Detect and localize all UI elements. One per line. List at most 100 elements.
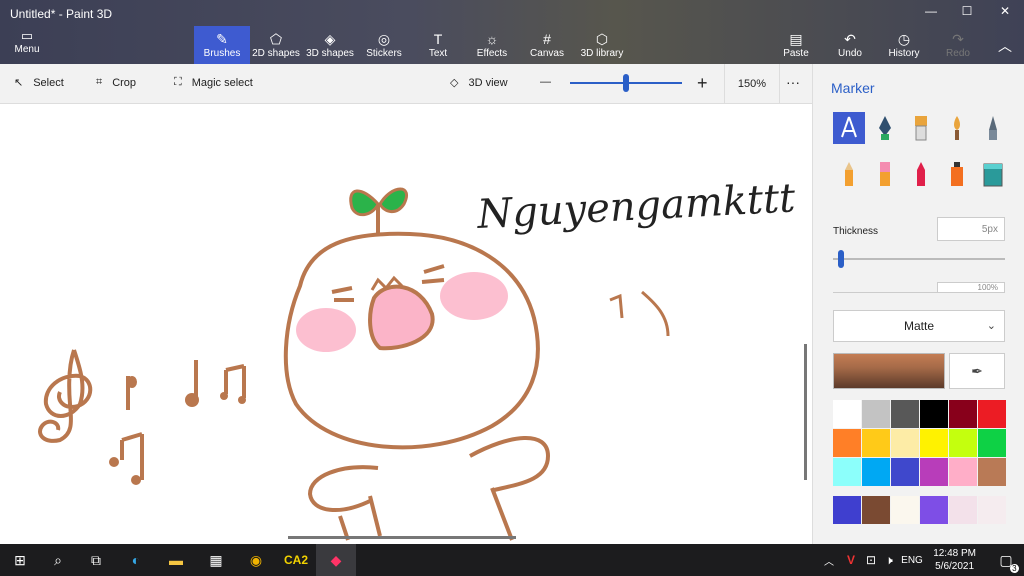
fill-button[interactable] [977,158,1009,190]
thickness-input[interactable]: 5px [937,217,1005,241]
close-button[interactable]: ✕ [986,4,1024,24]
custom-color-swatch[interactable] [949,496,977,524]
palette-swatch[interactable] [949,458,977,486]
file-explorer-icon[interactable]: ▬ [156,544,196,576]
zoom-slider-knob[interactable] [623,74,629,92]
palette-swatch[interactable] [891,429,919,457]
history-icon: ◷ [897,31,911,47]
tab-effects[interactable]: ☼ Effects [464,26,520,64]
horizontal-scrollbar[interactable] [288,536,516,539]
palette-swatch[interactable] [891,458,919,486]
spray-can-button[interactable] [941,158,973,190]
palette-swatch[interactable] [833,458,861,486]
tab-brushes[interactable]: ✎ Brushes [194,26,250,64]
calligraphy-pen-button[interactable] [869,112,901,144]
palette-swatch[interactable] [949,429,977,457]
paste-button[interactable]: ▤ Paste [768,26,824,64]
thickness-slider-knob[interactable] [838,250,845,268]
collapse-ribbon-icon[interactable]: ︿ [986,36,1024,56]
antivirus-tray-icon[interactable]: V [840,544,862,576]
3d-shapes-icon: ◈ [324,31,336,47]
more-options-button[interactable]: ··· [786,74,800,90]
eyedropper-button[interactable]: ✒ [949,353,1005,389]
calligraphy-pen-icon [879,116,891,140]
custom-color-swatch[interactable] [920,496,948,524]
tab-3d-shapes[interactable]: ◈ 3D shapes [302,26,358,64]
tab-3d-library[interactable]: ⬡ 3D library [574,26,630,64]
palette-swatch[interactable] [862,400,890,428]
taskbar-clock[interactable]: 12:48 PM 5/6/2021 [933,547,976,573]
pixel-pen-button[interactable] [977,112,1009,144]
zoom-in-button[interactable]: + [697,73,708,94]
windows-start-icon[interactable]: ⊞ [0,544,40,576]
window-title: Untitled* - Paint 3D [10,7,113,21]
paint-3d-taskbar-icon[interactable]: ◆ [316,544,356,576]
store-icon[interactable]: ▦ [196,544,236,576]
menu-button[interactable]: ▭ Menu [6,28,48,55]
crayon-button[interactable] [905,158,937,190]
clock-time: 12:48 PM [933,548,976,559]
palette-swatch[interactable] [920,429,948,457]
palette-swatch[interactable] [978,429,1006,457]
history-button[interactable]: ◷ History [876,26,932,64]
zoom-out-button[interactable]: — [540,76,551,88]
crop-button[interactable]: ⌗ Crop [96,76,136,89]
task-view-icon[interactable]: ⧉ [76,544,116,576]
volume-icon[interactable]: 🕨 [878,544,900,576]
notifications-icon[interactable]: ▢ 3 [986,544,1024,576]
edge-icon[interactable]: ◐ [116,544,156,576]
current-color-swatch[interactable] [833,353,945,389]
eraser-icon [880,162,890,186]
zoom-level[interactable]: 150% [724,64,780,104]
tab-stickers[interactable]: ◎ Stickers [356,26,412,64]
language-indicator[interactable]: ENG [898,544,926,576]
eraser-button[interactable] [869,158,901,190]
custom-color-swatch[interactable] [862,496,890,524]
palette-swatch[interactable] [920,400,948,428]
palette-swatch[interactable] [891,400,919,428]
pencil-button[interactable] [833,158,865,190]
palette-swatch[interactable] [833,429,861,457]
palette-swatch[interactable] [978,458,1006,486]
undo-button[interactable]: ↶ Undo [822,26,878,64]
palette-swatch[interactable] [949,400,977,428]
opacity-input[interactable]: 100% [937,282,1005,292]
3d-view-label: 3D view [468,76,508,89]
maximize-button[interactable]: ☐ [948,4,986,24]
custom-color-swatch[interactable] [891,496,919,524]
marker-brush-button[interactable] [833,112,865,144]
drawing-canvas[interactable]: Nguyengamkttt [0,104,812,544]
magic-select-button[interactable]: ⛶ Magic select [174,76,253,89]
oil-brush-button[interactable] [905,112,937,144]
tab-2d-shapes[interactable]: ⬠ 2D shapes [248,26,304,64]
custom-color-swatch[interactable] [833,496,861,524]
undo-icon: ↶ [844,31,856,47]
finish-dropdown[interactable]: Matte ⌄ [833,310,1005,342]
palette-swatch[interactable] [862,429,890,457]
vertical-scrollbar[interactable] [804,344,807,480]
tab-text[interactable]: T Text [410,26,466,64]
clock-date: 5/6/2021 [935,561,975,572]
palette-swatch[interactable] [920,458,948,486]
ca2-app-icon[interactable]: CA2 [276,544,316,576]
show-hidden-icons-chevron-icon[interactable]: ︿ [818,544,840,576]
tab-canvas[interactable]: # Canvas [519,26,575,64]
stickers-icon: ◎ [377,31,391,47]
palette-swatch[interactable] [978,400,1006,428]
motion-line-2 [641,290,670,337]
custom-color-swatch[interactable] [978,496,1006,524]
tab-label: Text [428,48,448,59]
watercolor-button[interactable] [941,112,973,144]
3d-view-button[interactable]: ◇ 3D view [450,76,508,90]
minimize-button[interactable]: — [912,4,950,24]
menu-icon: ▭ [20,28,34,43]
select-label: Select [33,76,64,89]
chrome-icon[interactable]: ◉ [236,544,276,576]
watercolor-icon [954,116,960,140]
redo-button[interactable]: ↷ Redo [930,26,986,64]
palette-swatch[interactable] [833,400,861,428]
search-icon[interactable]: ⌕ [38,544,78,576]
palette-swatch[interactable] [862,458,890,486]
select-button[interactable]: ↖ Select [14,76,64,90]
thickness-slider-track[interactable] [833,258,1005,260]
